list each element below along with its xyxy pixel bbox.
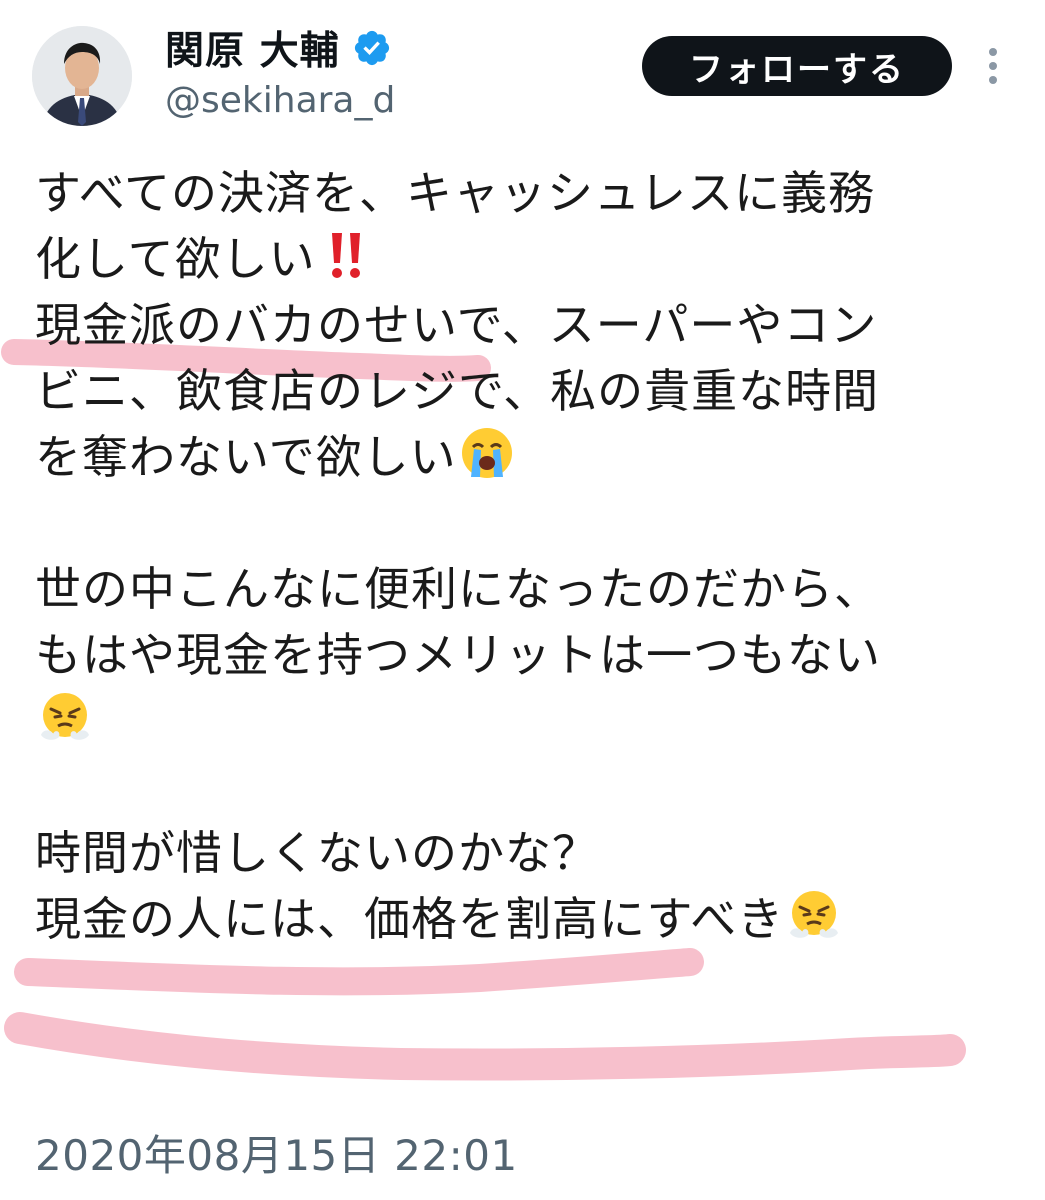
tweet-line: 化して欲しい — [35, 226, 1025, 292]
tweet-line: 現金派のバカのせいで、スーパーやコン — [35, 298, 878, 352]
loudly-crying-face-icon — [461, 428, 512, 478]
tweet-line: 世の中こんなに便利になったのだから、 — [35, 562, 881, 616]
more-vertical-icon[interactable] — [984, 46, 1002, 86]
avatar[interactable] — [32, 26, 132, 126]
double-exclamation-icon — [331, 233, 360, 278]
tweet-line: 時間が惜しくないのかな？ — [35, 826, 599, 880]
tweet-line: もはや現金を持つメリットは一つもない — [35, 628, 881, 682]
follow-button[interactable]: フォローする — [642, 36, 952, 96]
person-avatar-icon — [32, 26, 132, 126]
verified-badge-icon — [354, 30, 389, 66]
display-name-row: 関原 大輔 — [165, 24, 392, 74]
user-handle[interactable]: @sekihara_d — [165, 80, 395, 121]
tweet-line — [35, 688, 1025, 754]
tweet-line: ビニ、飲食店のレジで、私の貴重な時間 — [35, 364, 880, 418]
tweet-line-text: を奪わないで欲しい — [35, 430, 457, 484]
tweet-line-text: 現金の人には、価格を割高にすべき — [35, 892, 785, 946]
tweet-timestamp[interactable]: 2020年08月15日 22:01 — [35, 1122, 518, 1183]
face-with-steam-icon — [790, 891, 839, 938]
tweet-line: すべての決済を、キャッシュレスに義務 — [35, 166, 876, 220]
tweet-text: すべての決済を、キャッシュレスに義務 化して欲しい 現金派のバカのせいで、スーパ… — [35, 160, 1025, 952]
tweet-line-text: 化して欲しい — [35, 232, 316, 286]
highlight-mark-3 — [4, 1012, 966, 1081]
highlight-mark-2 — [14, 948, 704, 996]
display-name[interactable]: 関原 大輔 — [165, 20, 340, 76]
tweet-line: を奪わないで欲しい — [35, 424, 1025, 490]
face-with-steam-icon — [41, 693, 89, 740]
tweet-line: 現金の人には、価格を割高にすべき — [35, 886, 1025, 952]
tweet-header: 関原 大輔 @sekihara_d フォローする — [0, 0, 1045, 140]
